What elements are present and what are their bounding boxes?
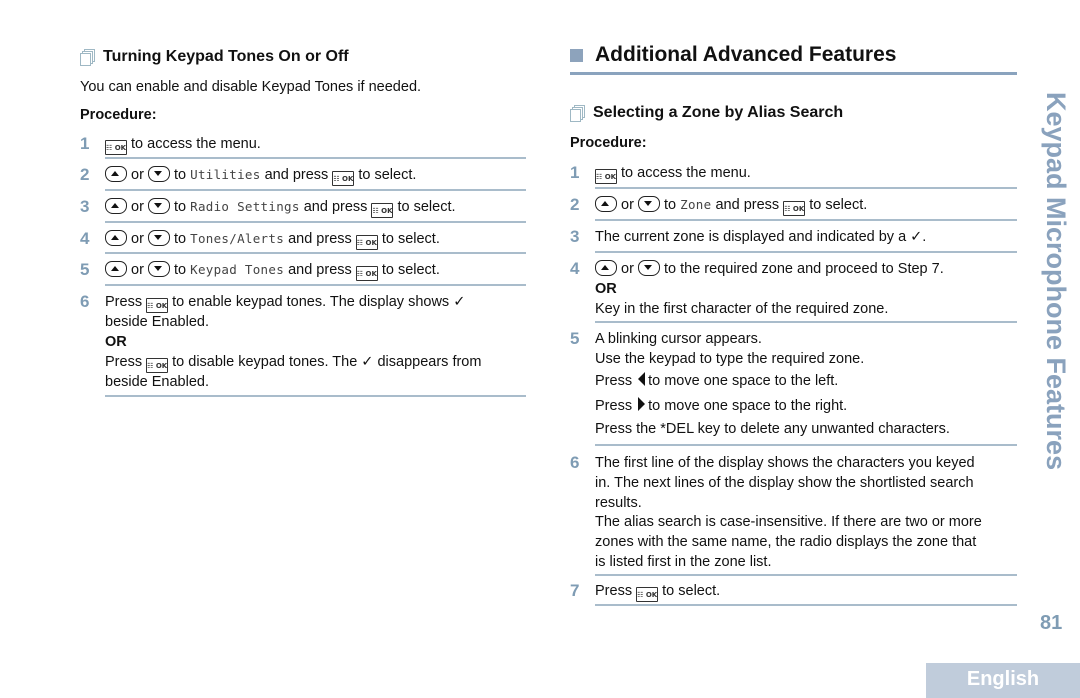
document-stack-icon <box>570 105 585 122</box>
step-divider <box>595 219 1017 221</box>
step-text: ☷ OK to access the menu. <box>105 134 261 155</box>
step-divider <box>595 251 1017 253</box>
menu-ok-key-icon: ☷ OK <box>595 169 617 184</box>
nav-down-key-icon <box>637 196 660 212</box>
subsection-heading: Selecting a Zone by Alias Search <box>570 104 843 122</box>
menu-ok-key-icon: ☷ OK <box>105 140 127 155</box>
step-divider <box>105 284 526 286</box>
nav-up-key-icon <box>105 230 127 246</box>
nav-down-key-icon <box>637 260 660 276</box>
nav-up-key-icon <box>105 261 127 277</box>
step-divider <box>595 321 1017 323</box>
step-number: 6 <box>80 292 90 311</box>
menu-ok-key-icon: ☷ OK <box>355 235 378 250</box>
step-number: 1 <box>80 134 90 153</box>
nav-up-key-icon <box>595 260 617 276</box>
menu-item-label: Radio Settings <box>190 199 300 214</box>
procedure-label: Procedure: <box>80 107 157 123</box>
step-divider <box>595 187 1017 189</box>
chapter-side-title: Keypad Microphone Features <box>1041 92 1071 471</box>
step-text: or to Zone and press ☷ OK to select. <box>595 195 867 216</box>
nav-down-key-icon <box>147 166 170 182</box>
step-number: 3 <box>570 227 580 246</box>
step-number: 6 <box>570 453 580 472</box>
menu-item-label: Utilities <box>190 167 261 182</box>
step-text: or to Keypad Tones and press ☷ OK to sel… <box>105 260 440 281</box>
step-number: 7 <box>570 581 580 600</box>
step-divider <box>105 252 526 254</box>
step-text: The current zone is displayed and indica… <box>595 229 927 245</box>
menu-item-label: Tones/Alerts <box>190 231 285 246</box>
step-text: or to the required zone and proceed to S… <box>595 260 944 317</box>
step-number: 5 <box>570 329 580 348</box>
step-text: ☷ OK to access the menu. <box>595 163 751 184</box>
step-divider <box>595 604 1017 606</box>
document-stack-icon <box>80 49 95 66</box>
step-text: or to Radio Settings and press ☷ OK to s… <box>105 197 456 218</box>
step-divider <box>105 395 526 397</box>
nav-up-key-icon <box>105 166 127 182</box>
procedure-label: Procedure: <box>570 135 647 151</box>
subsection-heading: Turning Keypad Tones On or Off <box>80 48 349 66</box>
step-divider <box>105 189 526 191</box>
menu-item-label: Keypad Tones <box>190 262 285 277</box>
step-text: Press ☷ OK to select. <box>595 581 720 602</box>
section-title: Additional Advanced Features <box>570 43 896 67</box>
step-number: 4 <box>570 259 580 278</box>
step-number: 3 <box>80 197 90 216</box>
step-text: or to Tones/Alerts and press ☷ OK to sel… <box>105 229 440 250</box>
nav-right-key-icon <box>638 397 646 411</box>
section-rule <box>570 72 1017 75</box>
step-number: 1 <box>570 163 580 182</box>
menu-ok-key-icon: ☷ OK <box>146 298 169 313</box>
menu-item-label: Zone <box>680 197 712 212</box>
menu-ok-key-icon: ☷ OK <box>371 203 394 218</box>
menu-ok-key-icon: ☷ OK <box>355 266 378 281</box>
menu-ok-key-icon: ☷ OK <box>146 358 169 373</box>
step-number: 5 <box>80 260 90 279</box>
nav-up-key-icon <box>595 196 617 212</box>
menu-ok-key-icon: ☷ OK <box>783 201 806 216</box>
nav-down-key-icon <box>147 230 170 246</box>
step-number: 4 <box>80 229 90 248</box>
step-number: 2 <box>570 195 580 214</box>
step-text: Press ☷ OK to enable keypad tones. The d… <box>105 294 482 390</box>
intro-text: You can enable and disable Keypad Tones … <box>80 79 422 95</box>
step-text: The first line of the display shows the … <box>595 455 982 570</box>
step-number: 2 <box>80 165 90 184</box>
step-text: A blinking cursor appears. Use the keypa… <box>595 331 950 437</box>
nav-up-key-icon <box>105 198 127 214</box>
step-divider <box>595 574 1017 576</box>
language-tab: English <box>926 663 1080 698</box>
step-text: or to Utilities and press ☷ OK to select… <box>105 165 416 186</box>
nav-left-key-icon <box>638 372 646 386</box>
step-divider <box>105 157 526 159</box>
nav-down-key-icon <box>147 198 170 214</box>
subsection-title: Turning Keypad Tones On or Off <box>103 48 349 65</box>
section-square-icon <box>570 48 583 62</box>
step-divider <box>595 444 1017 446</box>
menu-ok-key-icon: ☷ OK <box>332 171 355 186</box>
step-divider <box>105 221 526 223</box>
menu-ok-key-icon: ☷ OK <box>636 587 659 602</box>
page-number: 81 <box>1040 612 1063 634</box>
subsection-title: Selecting a Zone by Alias Search <box>593 104 844 121</box>
nav-down-key-icon <box>147 261 170 277</box>
